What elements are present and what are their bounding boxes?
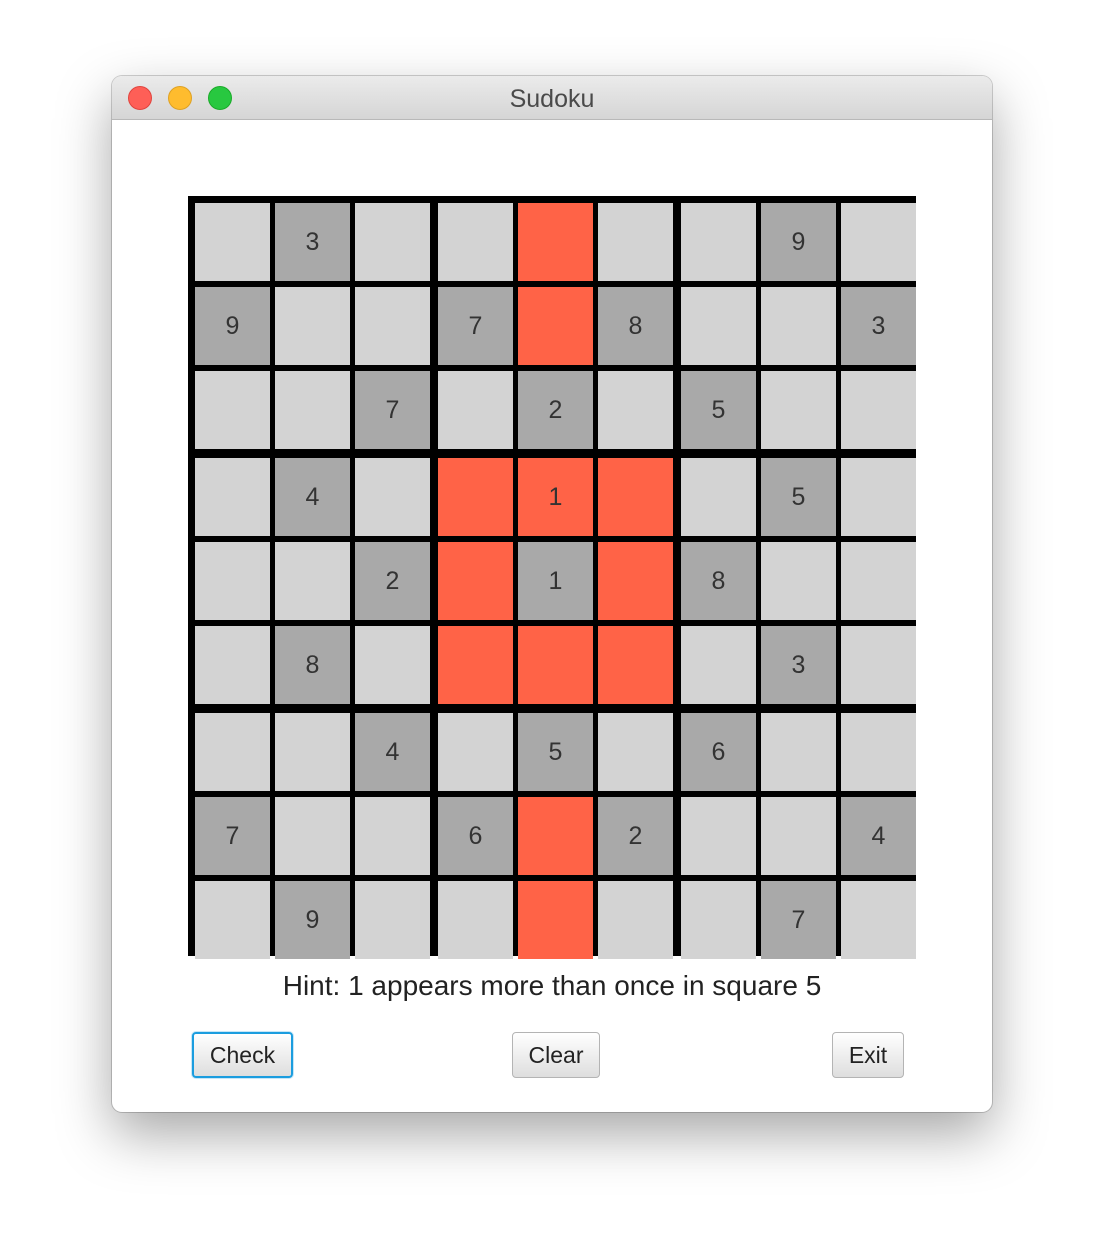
sudoku-cell: 2: [518, 371, 593, 449]
sudoku-cell: 3: [761, 626, 836, 704]
sudoku-cell[interactable]: [518, 626, 593, 704]
sudoku-cell: 7: [438, 287, 513, 365]
sudoku-cell[interactable]: [275, 713, 350, 791]
sudoku-cell: 4: [275, 458, 350, 536]
sudoku-cell[interactable]: [195, 713, 270, 791]
sudoku-cell[interactable]: [598, 542, 673, 620]
sudoku-cell[interactable]: [518, 797, 593, 875]
window-title: Sudoku: [509, 85, 595, 113]
sudoku-cell[interactable]: [355, 458, 430, 536]
sudoku-cell[interactable]: [681, 203, 756, 281]
sudoku-cell[interactable]: [681, 626, 756, 704]
sudoku-cell[interactable]: [355, 287, 430, 365]
sudoku-cell: 7: [355, 371, 430, 449]
sudoku-cell[interactable]: [598, 458, 673, 536]
sudoku-cell[interactable]: [681, 458, 756, 536]
sudoku-cell: 2: [598, 797, 673, 875]
sudoku-cell[interactable]: [355, 797, 430, 875]
sudoku-cell: 8: [598, 287, 673, 365]
sudoku-cell[interactable]: [598, 881, 673, 959]
sudoku-board: 39978372541521883456762497: [188, 196, 916, 959]
sudoku-cell[interactable]: [841, 542, 916, 620]
sudoku-cell[interactable]: [195, 458, 270, 536]
sudoku-cell[interactable]: [841, 371, 916, 449]
sudoku-cell[interactable]: [518, 287, 593, 365]
hint-text: Hint: 1 appears more than once in square…: [282, 970, 822, 1001]
sudoku-cell: 6: [681, 713, 756, 791]
sudoku-cell[interactable]: [598, 626, 673, 704]
sudoku-cell[interactable]: [598, 203, 673, 281]
sudoku-cell[interactable]: [681, 287, 756, 365]
sudoku-cell: 4: [841, 797, 916, 875]
sudoku-cell[interactable]: [438, 542, 513, 620]
sudoku-cell[interactable]: [195, 203, 270, 281]
sudoku-cell[interactable]: [195, 626, 270, 704]
sudoku-cell[interactable]: [438, 371, 513, 449]
sudoku-cell: 9: [195, 287, 270, 365]
sudoku-cell: 5: [681, 371, 756, 449]
sudoku-cell[interactable]: [438, 713, 513, 791]
sudoku-cell: 7: [195, 797, 270, 875]
sudoku-cell[interactable]: [761, 371, 836, 449]
clear-button[interactable]: Clear: [512, 1032, 600, 1078]
sudoku-cell: 1: [518, 542, 593, 620]
sudoku-cell[interactable]: [355, 881, 430, 959]
sudoku-cell: 2: [355, 542, 430, 620]
exit-button[interactable]: Exit: [832, 1032, 904, 1078]
sudoku-cell: 4: [355, 713, 430, 791]
sudoku-cell[interactable]: [761, 287, 836, 365]
sudoku-cell[interactable]: [275, 797, 350, 875]
sudoku-cell: 3: [275, 203, 350, 281]
sudoku-cell[interactable]: [841, 713, 916, 791]
title-bar[interactable]: Sudoku: [112, 76, 992, 120]
sudoku-cell[interactable]: [275, 287, 350, 365]
sudoku-cell: 7: [761, 881, 836, 959]
sudoku-cell[interactable]: [518, 203, 593, 281]
sudoku-cell[interactable]: [355, 203, 430, 281]
sudoku-cell[interactable]: [438, 881, 513, 959]
sudoku-cell: 9: [761, 203, 836, 281]
check-button[interactable]: Check: [192, 1032, 293, 1078]
sudoku-cell[interactable]: [681, 797, 756, 875]
sudoku-cell[interactable]: [761, 797, 836, 875]
sudoku-cell[interactable]: 1: [518, 458, 593, 536]
sudoku-cell[interactable]: [681, 881, 756, 959]
sudoku-cell: 8: [275, 626, 350, 704]
sudoku-cell: 8: [681, 542, 756, 620]
sudoku-cell[interactable]: [195, 881, 270, 959]
sudoku-cell[interactable]: [195, 542, 270, 620]
sudoku-cell[interactable]: [438, 203, 513, 281]
sudoku-cell: 9: [275, 881, 350, 959]
sudoku-cell[interactable]: [761, 713, 836, 791]
sudoku-cell: 3: [841, 287, 916, 365]
sudoku-cell[interactable]: [355, 626, 430, 704]
sudoku-cell[interactable]: [841, 203, 916, 281]
sudoku-cell[interactable]: [598, 371, 673, 449]
sudoku-cell: 5: [518, 713, 593, 791]
sudoku-cell[interactable]: [598, 713, 673, 791]
sudoku-cell[interactable]: [438, 626, 513, 704]
sudoku-cell[interactable]: [841, 626, 916, 704]
sudoku-cell[interactable]: [841, 458, 916, 536]
sudoku-cell[interactable]: [275, 371, 350, 449]
sudoku-cell[interactable]: [195, 371, 270, 449]
sudoku-cell[interactable]: [275, 542, 350, 620]
sudoku-cell[interactable]: [841, 881, 916, 959]
sudoku-window: Sudoku 39978372541521883456762497 Hint: …: [112, 76, 992, 1112]
sudoku-cell[interactable]: [438, 458, 513, 536]
sudoku-cell[interactable]: [518, 881, 593, 959]
sudoku-cell: 6: [438, 797, 513, 875]
sudoku-cell[interactable]: [761, 542, 836, 620]
sudoku-cell: 5: [761, 458, 836, 536]
